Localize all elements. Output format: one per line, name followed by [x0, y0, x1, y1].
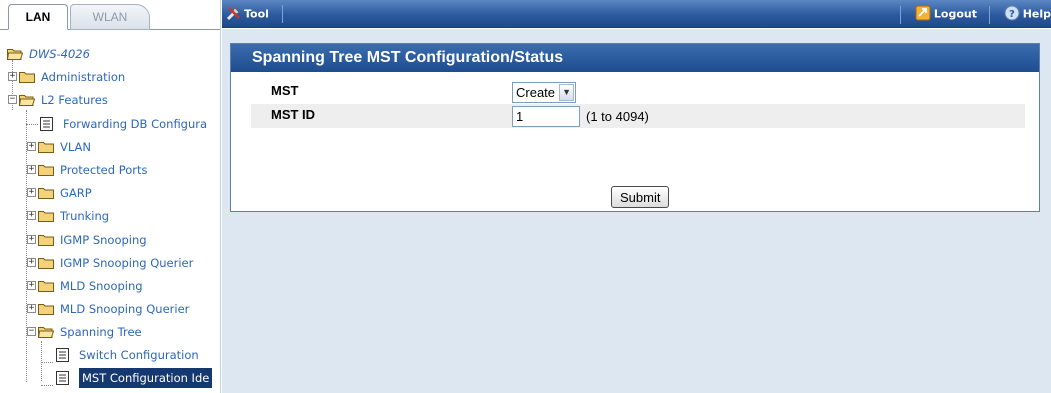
folder-icon: [38, 187, 54, 199]
mst-value-cell: Create ▼: [512, 80, 577, 104]
expand-plus-icon[interactable]: +: [27, 235, 36, 244]
tree-item-label: Protected Ports: [60, 163, 148, 177]
logout-icon: [915, 5, 931, 24]
tree-item-label: IGMP Snooping: [60, 233, 147, 247]
tree-connector: [41, 341, 42, 381]
tree-item-mst-configuration-identification[interactable]: MST Configuration Ide: [56, 368, 213, 388]
folder-open-icon: [7, 48, 23, 60]
folder-icon: [38, 141, 54, 153]
mst-id-label: MST ID: [271, 107, 316, 122]
help-label: Help: [1022, 7, 1051, 21]
toolbar-divider: [900, 5, 902, 24]
collapse-minus-icon[interactable]: −: [27, 327, 36, 336]
page-icon: [56, 370, 69, 385]
tree-root-label: DWS-4026: [29, 47, 90, 61]
top-toolbar: Tool Logout ? Help: [222, 0, 1051, 28]
tree-item-label: VLAN: [60, 140, 92, 154]
tree-item-label: Trunking: [60, 209, 110, 223]
expand-plus-icon[interactable]: +: [27, 165, 36, 174]
tab-lan[interactable]: LAN: [8, 4, 68, 30]
tree-item-forwarding-db-configuration[interactable]: Forwarding DB Configura: [40, 114, 207, 134]
submit-button[interactable]: Submit: [611, 186, 670, 208]
folder-open-icon: [19, 94, 35, 106]
tree-item-label: GARP: [60, 186, 92, 200]
page-icon: [56, 347, 69, 362]
tree-item-igmp-snooping[interactable]: + IGMP Snooping: [27, 230, 147, 250]
tree-item-garp[interactable]: + GARP: [27, 183, 92, 203]
tab-bar: LAN WLAN: [0, 0, 220, 30]
folder-icon: [38, 234, 54, 246]
mst-id-row: MST ID (1 to 4094): [251, 104, 1025, 128]
tree-connector: [41, 385, 53, 386]
mst-id-range-hint: (1 to 4094): [586, 108, 649, 124]
collapse-minus-icon[interactable]: −: [8, 95, 17, 104]
toolbar-divider: [282, 5, 283, 23]
folder-icon: [19, 71, 35, 83]
expand-plus-icon[interactable]: +: [27, 258, 36, 267]
page-icon: [40, 116, 53, 131]
tree-item-label: Spanning Tree: [60, 325, 142, 339]
expand-plus-icon[interactable]: +: [27, 211, 36, 220]
mst-select[interactable]: Create ▼: [512, 81, 577, 103]
chevron-down-icon[interactable]: ▼: [559, 83, 575, 101]
tool-label: Tool: [244, 7, 269, 21]
tree-item-label: L2 Features: [41, 93, 108, 107]
tools-icon: [226, 5, 242, 24]
folder-icon: [38, 210, 54, 222]
mst-id-input[interactable]: [512, 105, 580, 127]
tree-item-l2-features[interactable]: − L2 Features: [8, 90, 108, 110]
folder-open-icon: [38, 326, 54, 338]
logout-link[interactable]: Logout: [915, 5, 977, 24]
help-icon: ?: [1004, 5, 1020, 24]
folder-icon: [38, 257, 54, 269]
tree-item-spanning-tree[interactable]: − Spanning Tree: [27, 322, 142, 342]
folder-icon: [38, 303, 54, 315]
expand-plus-icon[interactable]: +: [27, 188, 36, 197]
help-link[interactable]: ? Help: [1004, 5, 1051, 24]
tree-item-label: MLD Snooping: [60, 279, 143, 293]
mst-configuration-panel: Spanning Tree MST Configuration/Status M…: [230, 43, 1040, 212]
expand-plus-icon[interactable]: +: [27, 281, 36, 290]
tree-item-mld-snooping-querier[interactable]: + MLD Snooping Querier: [27, 299, 189, 319]
folder-icon: [38, 280, 54, 292]
expand-plus-icon[interactable]: +: [27, 142, 36, 151]
tree-connector: [41, 362, 53, 363]
tree-item-label: Administration: [41, 70, 126, 84]
page-title: Spanning Tree MST Configuration/Status: [231, 44, 1039, 72]
mst-select-value: Create: [516, 84, 556, 100]
tree-item-label: Forwarding DB Configura: [63, 117, 208, 131]
tree-root-dws-4026[interactable]: DWS-4026: [7, 44, 90, 64]
logout-label: Logout: [933, 7, 977, 21]
tree-item-trunking[interactable]: + Trunking: [27, 206, 109, 226]
tree-item-label: Switch Configuration: [79, 348, 199, 362]
tab-wlan[interactable]: WLAN: [70, 4, 150, 30]
tool-menu[interactable]: Tool: [226, 5, 269, 24]
mst-label: MST: [271, 83, 299, 98]
toolbar-divider: [988, 5, 990, 24]
tree-item-label: IGMP Snooping Querier: [60, 256, 194, 270]
folder-icon: [38, 164, 54, 176]
expand-plus-icon[interactable]: +: [8, 72, 17, 81]
tree-item-label: MLD Snooping Querier: [60, 302, 190, 316]
content-area: Spanning Tree MST Configuration/Status M…: [222, 29, 1051, 393]
tree-item-vlan[interactable]: + VLAN: [27, 137, 91, 157]
expand-plus-icon[interactable]: +: [27, 304, 36, 313]
mst-id-value-cell: (1 to 4094): [512, 104, 649, 128]
navigation-panel: LAN WLAN DWS-4026 + Administration − L2 …: [0, 0, 221, 393]
tree-item-switch-configuration[interactable]: Switch Configuration: [56, 345, 199, 365]
tree-connector: [26, 124, 38, 125]
svg-text:?: ?: [1009, 9, 1015, 20]
tree-item-mld-snooping[interactable]: + MLD Snooping: [27, 276, 143, 296]
tree-item-label: MST Configuration Ide: [79, 368, 213, 388]
toolbar-right: Logout ? Help: [900, 5, 1051, 24]
tree-item-igmp-snooping-querier[interactable]: + IGMP Snooping Querier: [27, 253, 193, 273]
tree-item-protected-ports[interactable]: + Protected Ports: [27, 160, 147, 180]
mst-row: MST Create ▼: [251, 80, 1025, 104]
tree-item-administration[interactable]: + Administration: [8, 67, 125, 87]
